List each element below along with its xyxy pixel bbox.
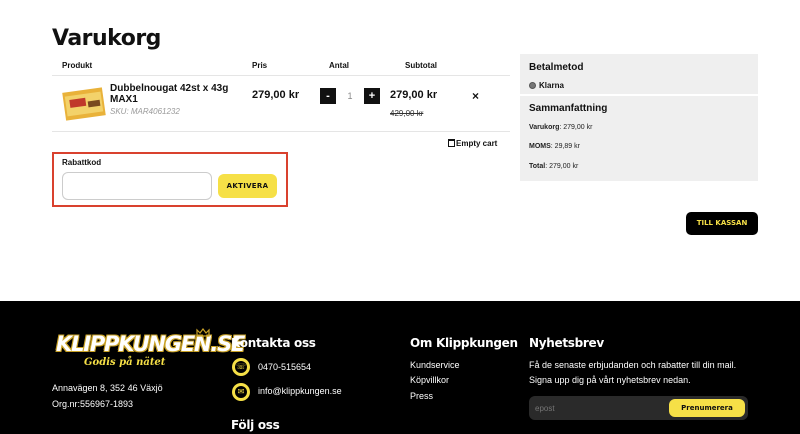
logo-wordmark: KLIPPKUNGEN.SE	[56, 332, 245, 356]
contact-email[interactable]: info@klippkungen.se	[258, 386, 342, 396]
payment-radio[interactable]	[529, 82, 536, 89]
empty-cart-label: Empty cart	[456, 139, 498, 148]
newsletter-text: Få de senaste erbjudanden och rabatter t…	[529, 360, 737, 385]
summary-line-cart: Varukorg: 279,00 kr	[529, 124, 593, 131]
about-heading: Om Klippkungen	[410, 336, 518, 350]
coupon-input[interactable]	[62, 172, 212, 200]
product-sku: SKU: MAR4061232	[110, 107, 180, 116]
summary-line-total: Total: 279,00 kr	[529, 163, 579, 170]
item-subtotal: 279,00 kr	[390, 89, 438, 101]
qty-decrease-button[interactable]: -	[320, 88, 336, 104]
site-footer: KLIPPKUNGEN.SE Godis på nätet Annavägen …	[0, 301, 800, 434]
product-thumbnail[interactable]	[62, 84, 106, 124]
phone-icon: ☏	[232, 358, 250, 376]
summary-line-vat: MOMS: 29,89 kr	[529, 143, 580, 150]
trash-icon	[448, 139, 455, 147]
product-price: 279,00 kr	[252, 89, 300, 101]
follow-heading: Följ oss	[231, 418, 280, 432]
cart-item-row: Dubbelnougat 42st x 43g MAX1 SKU: MAR406…	[52, 76, 510, 132]
item-subtotal-old: 429,00 kr	[390, 109, 424, 118]
footer-address: Annavägen 8, 352 46 Växjö	[52, 383, 163, 393]
footer-link-press[interactable]: Press	[410, 391, 433, 401]
coupon-label: Rabattkod	[62, 158, 102, 167]
order-summary-panel: Betalmetod Klarna Sammanfattning Varukor…	[520, 54, 758, 181]
summary-heading: Sammanfattning	[529, 103, 608, 114]
footer-link-kundservice[interactable]: Kundservice	[410, 360, 460, 370]
crown-icon	[196, 328, 210, 337]
product-name-link[interactable]: Dubbelnougat 42st x 43g MAX1	[110, 83, 250, 105]
remove-item-button[interactable]: ×	[472, 89, 479, 103]
empty-cart-button[interactable]: Empty cart	[448, 139, 497, 148]
header-subtotal: Subtotal	[405, 61, 437, 70]
checkout-button[interactable]: TILL KASSAN	[686, 212, 758, 235]
newsletter-heading: Nyhetsbrev	[529, 336, 604, 350]
footer-logo[interactable]: KLIPPKUNGEN.SE Godis på nätet	[56, 328, 245, 376]
header-qty: Antal	[329, 61, 349, 70]
subscribe-button[interactable]: Prenumerera	[669, 399, 745, 417]
header-product: Produkt	[62, 61, 93, 70]
contact-heading: Kontakta oss	[231, 336, 316, 350]
header-price: Pris	[252, 61, 268, 70]
cart-table: Produkt Pris Antal Subtotal Dubbelnougat…	[52, 56, 510, 132]
qty-increase-button[interactable]: +	[364, 88, 380, 104]
coupon-section: Rabattkod AKTIVERA	[52, 152, 288, 207]
payment-method-label: Klarna	[539, 81, 564, 90]
activate-coupon-button[interactable]: AKTIVERA	[218, 174, 277, 198]
contact-phone[interactable]: 0470-515654	[258, 362, 311, 372]
qty-input[interactable]: 1	[342, 88, 358, 104]
panel-divider	[520, 94, 758, 96]
logo-tagline: Godis på nätet	[84, 357, 166, 368]
payment-heading: Betalmetod	[529, 62, 584, 73]
footer-org-number: Org.nr:556967-1893	[52, 399, 134, 409]
email-icon: ✉	[232, 383, 250, 401]
footer-link-kopvillkor[interactable]: Köpvillkor	[410, 375, 449, 385]
page-title: Varukorg	[52, 26, 161, 51]
cart-header-row: Produkt Pris Antal Subtotal	[52, 56, 510, 76]
